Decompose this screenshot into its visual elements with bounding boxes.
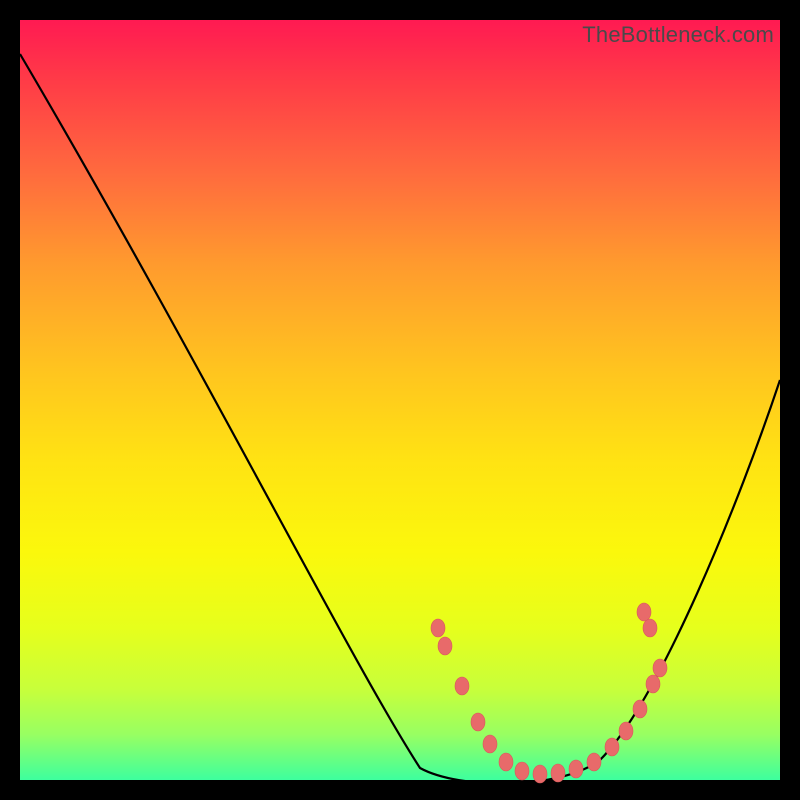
dot bbox=[499, 753, 513, 771]
dot bbox=[431, 619, 445, 637]
dot bbox=[483, 735, 497, 753]
dot bbox=[637, 603, 651, 621]
dot bbox=[551, 764, 565, 782]
dot bbox=[587, 753, 601, 771]
dot bbox=[646, 675, 660, 693]
chart-svg bbox=[20, 20, 780, 780]
dot bbox=[515, 762, 529, 780]
bottleneck-curve-path bbox=[20, 54, 780, 784]
chart-plot-area: TheBottleneck.com bbox=[20, 20, 780, 780]
dot bbox=[471, 713, 485, 731]
highlight-dots bbox=[431, 603, 667, 783]
dot bbox=[455, 677, 469, 695]
dot bbox=[605, 738, 619, 756]
dot bbox=[438, 637, 452, 655]
dot bbox=[569, 760, 583, 778]
dot bbox=[643, 619, 657, 637]
dot bbox=[653, 659, 667, 677]
dot bbox=[619, 722, 633, 740]
dot bbox=[633, 700, 647, 718]
dot bbox=[533, 765, 547, 783]
